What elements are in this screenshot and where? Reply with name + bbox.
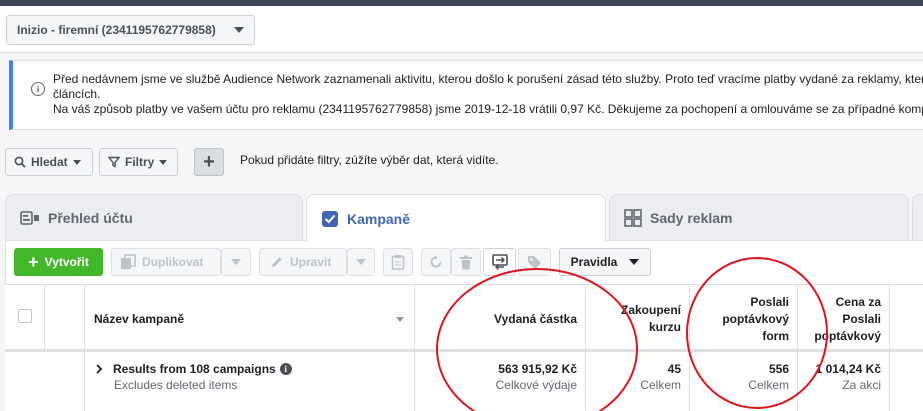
filter-hint-text: Pokud přidáte filtry, zúžíte výběr dat, … [240,153,499,167]
summary-purchases-sub: Celkem [640,378,681,392]
notice-text: Před nedávnem jsme ve službě Audience Ne… [53,72,923,117]
search-icon [14,156,26,168]
chevron-right-icon[interactable] [93,363,105,375]
tab-ads-partial[interactable] [912,194,923,240]
column-header-cost-per-lead[interactable]: Cena za Poslali poptávkový [798,285,890,353]
tag-button[interactable] [518,248,551,276]
tab-label: Kampaně [347,210,411,227]
column-header-spend[interactable]: Vydaná částka [415,285,586,353]
tab-ad-sets[interactable]: Sady reklam [609,194,909,240]
summary-spend-value: 563 915,92 Kč [498,362,577,376]
column-header-name[interactable]: Název kampaně [85,285,415,353]
rules-button[interactable]: Pravidla [559,248,651,276]
column-header-label-line: Cena za [835,294,881,309]
clipboard-button[interactable] [383,248,413,276]
notice-line-1: Před nedávnem jsme ve službě Audience Ne… [53,72,923,86]
column-header-label-line: form [762,328,789,343]
tab-campaigns[interactable]: Kampaně [306,194,606,242]
duplicate-dropdown[interactable] [221,248,251,276]
column-header-purchases[interactable]: Zakoupení kurzu [586,285,690,353]
account-selector[interactable]: Inizio - firemní (2341195762779858) [6,15,255,45]
summary-purchases-value: 45 [667,362,681,376]
summary-leads-value: 556 [768,362,789,376]
column-header-label-line: Poslali [750,294,789,309]
add-filter-button[interactable]: + [194,148,224,176]
tab-label: Sady reklam [650,209,733,226]
edit-dropdown[interactable] [347,248,375,276]
column-header-spend-label: Vydaná částka [494,311,577,326]
rules-button-label: Pravidla [570,255,618,269]
plus-icon: + [28,251,39,272]
compare-button[interactable] [483,248,516,276]
summary-row-name-cell: Results from 108 campaigns i Excludes de… [85,352,415,411]
column-header-label-line: poptávkový [722,311,789,326]
account-selector-label: Inizio - firemní (2341195762779858) [17,23,216,37]
summary-row-title: Results from 108 campaigns [113,362,276,376]
summary-spend-cell: 563 915,92 Kč Celkové výdaje [415,352,586,411]
ad-sets-grid-icon [624,208,642,227]
summary-purchases-cell: 45 Celkem [586,352,690,411]
notice-line-3: Na váš způsob platby ve vašem účtu pro r… [53,102,923,116]
info-icon[interactable]: i [279,363,292,375]
duplicate-button-label: Duplikovat [142,255,204,269]
refund-notice: i Před nedávnem jsme ve službě Audience … [9,60,923,130]
account-bar: Inizio - firemní (2341195762779858) [0,6,923,53]
clipboard-icon [391,255,405,270]
tag-icon [528,255,541,269]
summary-cost-cell: 1 014,24 Kč Za akci [798,352,890,411]
summary-row-subtitle: Excludes deleted items [114,378,238,392]
column-header-label-line: Poslali [842,311,881,326]
compare-arrows-icon [491,254,508,270]
select-all-checkbox[interactable] [18,309,32,323]
notice-line-2: článcích. [53,87,101,101]
campaigns-checkbox-icon [322,210,338,227]
filters-button[interactable]: Filtry [99,148,178,176]
chevron-down-icon [234,27,244,33]
chevron-down-icon [159,159,168,165]
chevron-down-icon [231,259,241,265]
summary-leads-cell: 556 Celkem [690,352,798,411]
summary-row-spacer [5,352,85,411]
pencil-icon [272,257,282,267]
account-overview-icon [20,210,39,225]
column-header-label-line: kurzu [648,320,681,334]
info-icon: i [31,82,45,96]
table-header: Název kampaně Vydaná částka Zakoupení ku… [5,284,923,353]
delete-button[interactable] [451,248,481,276]
column-header-name-label: Název kampaně [94,311,185,326]
summary-row: Results from 108 campaigns i Excludes de… [5,352,923,411]
toggle-column [45,285,85,353]
sort-caret-icon[interactable] [396,316,404,322]
summary-leads-sub: Celkem [748,378,789,392]
summary-cost-sub: Za akci [842,378,881,392]
tab-label: Přehled účtu [48,209,133,226]
refresh-icon [430,255,442,268]
filter-funnel-icon [108,156,120,168]
search-button[interactable]: Hledat [5,148,93,176]
chevron-down-icon [629,259,640,265]
chevron-down-icon [356,259,366,265]
filter-row: Hledat Filtry + Pokud přidáte filtry, zú… [0,140,923,180]
duplicate-icon [121,254,136,269]
search-button-label: Hledat [31,155,68,169]
create-button[interactable]: + Vytvořit [14,248,103,276]
edit-button[interactable]: Upravit [259,248,347,276]
filters-button-label: Filtry [125,155,155,169]
edit-button-label: Upravit [290,255,332,269]
column-header-label-line: poptávkový [814,328,881,343]
column-header-label-line: Zakoupení [620,303,681,317]
chevron-down-icon [72,159,81,165]
summary-spend-sub: Celkové výdaje [495,378,577,392]
undo-button[interactable] [421,248,451,276]
select-all-column [5,285,45,353]
summary-cost-value: 1 014,24 Kč [815,362,881,376]
duplicate-button[interactable]: Duplikovat [111,248,221,276]
create-button-label: Vytvořit [44,255,89,269]
tab-account-overview[interactable]: Přehled účtu [5,194,303,240]
level-tabs: Přehled účtu Kampaně Sady reklam [0,194,923,242]
column-header-leads[interactable]: Poslali poptávkový form [690,285,798,353]
trash-icon [460,255,472,269]
